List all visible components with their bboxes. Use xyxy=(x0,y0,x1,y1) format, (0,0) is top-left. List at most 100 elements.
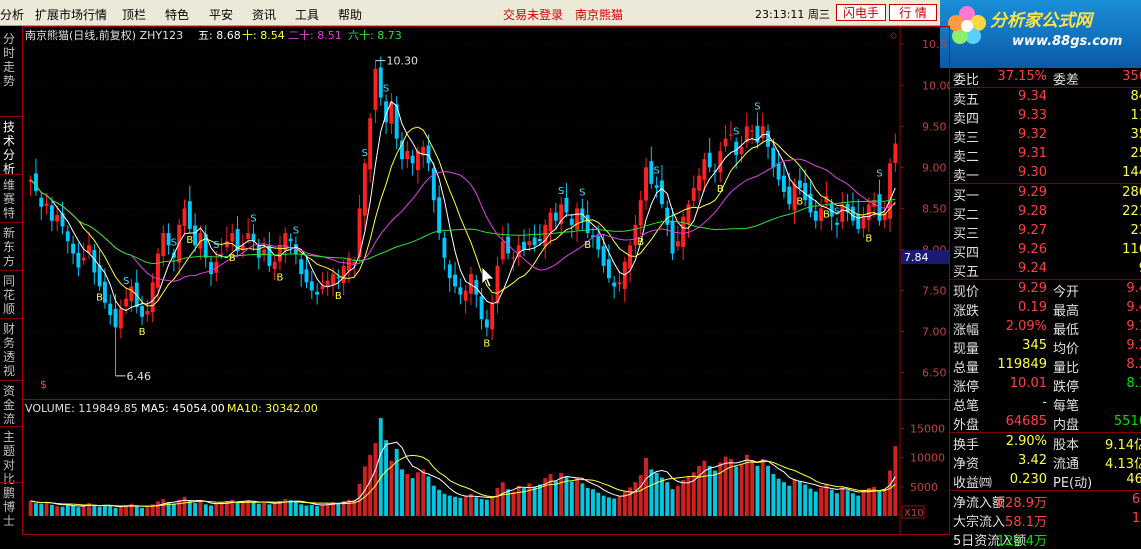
candle-body xyxy=(246,233,251,239)
volume-tick-label: 10000 xyxy=(910,452,945,465)
quote-row: 买三 9.27 23 xyxy=(950,222,1141,242)
side-tab-4[interactable]: 同花顺 xyxy=(3,274,19,316)
volume-bar xyxy=(203,504,208,516)
candle-body xyxy=(187,201,192,229)
sell-marker: S xyxy=(171,238,177,249)
volume-bar xyxy=(495,488,500,516)
volume-bar xyxy=(161,499,166,516)
side-tab-1[interactable]: 技术分析 xyxy=(3,120,19,176)
quote-row: 卖四 9.33 11 xyxy=(950,107,1141,127)
volume-bar xyxy=(394,448,399,516)
candle-body xyxy=(193,225,198,246)
price-tick-label: 10.00 xyxy=(922,79,950,92)
volume-bar xyxy=(760,458,765,516)
menu-analysis[interactable]: 分析 xyxy=(0,6,24,23)
volume-bar xyxy=(262,502,267,516)
corner-diamond-icon: ◇ xyxy=(890,31,897,41)
quote-label-2: 跌停 xyxy=(1053,380,1080,395)
quote-value-2: 35 xyxy=(1130,127,1141,142)
side-tab-0[interactable]: 分时走势 xyxy=(3,32,19,88)
side-tab-3[interactable]: 新东方 xyxy=(3,226,19,268)
menu-top-bar[interactable]: 顶栏 xyxy=(122,6,146,23)
candle-body xyxy=(272,261,277,270)
candle-body xyxy=(532,237,537,246)
quote-label-2: 每笔 xyxy=(1053,399,1080,414)
side-tab-8[interactable]: 鹏博士 xyxy=(3,486,19,528)
ma60-line xyxy=(30,179,896,265)
quote-value-2: 9.1 xyxy=(1126,319,1141,334)
quote-value: 9.24 xyxy=(1018,261,1047,276)
candle-body xyxy=(813,211,818,221)
volume-bar xyxy=(256,503,261,516)
menu-help[interactable]: 帮助 xyxy=(338,6,362,23)
candle-body xyxy=(681,216,686,248)
candle-body xyxy=(553,212,558,221)
candle-body xyxy=(766,130,770,147)
volume-bar xyxy=(575,477,580,516)
candle-body xyxy=(156,253,160,288)
volume-bar xyxy=(272,503,277,516)
volume-bar xyxy=(739,463,744,516)
kline-chart[interactable]: 南京熊猫(日线,前复权) ZHY123 五: 8.68 十: 8.54 二十: 8.5… xyxy=(22,26,950,535)
quote-label-2: 委差 xyxy=(1053,73,1080,88)
volume-unit-label: X10 xyxy=(904,508,924,519)
side-tab-7[interactable]: 主题对比 xyxy=(3,430,19,486)
candle-body xyxy=(781,175,786,192)
candle-body xyxy=(522,241,526,250)
candle-body xyxy=(617,282,622,285)
menu-pingan[interactable]: 平安 xyxy=(209,6,233,23)
buy-marker: B xyxy=(584,240,591,251)
candle-body xyxy=(606,259,611,279)
side-tab-2[interactable]: 维赛特 xyxy=(3,178,19,220)
menu-tools[interactable]: 工具 xyxy=(295,6,319,23)
menu-news[interactable]: 资讯 xyxy=(252,6,276,23)
quote-label: 买二 xyxy=(953,208,980,223)
volume-label: VOLUME: 119849.85 xyxy=(25,402,138,415)
quote-row: 大宗流入58.1万 1? xyxy=(950,510,1141,530)
volume-bar xyxy=(39,503,44,516)
quote-value: 0.19 xyxy=(1018,300,1047,315)
volume-bar xyxy=(691,472,696,516)
volume-bar xyxy=(484,499,489,516)
quote-label-2: 均价 xyxy=(1053,342,1080,357)
sell-marker: S xyxy=(293,226,299,237)
candle-body xyxy=(299,259,304,275)
volume-bar xyxy=(240,501,245,516)
login-status[interactable]: 交易未登录 xyxy=(503,6,563,23)
volume-bar xyxy=(193,503,198,516)
candle-body xyxy=(373,68,378,110)
menu-extended-market[interactable]: 扩展市场行情 xyxy=(35,6,107,23)
volume-bar xyxy=(840,487,845,516)
volume-bar xyxy=(771,474,776,516)
volume-bar xyxy=(527,483,532,516)
candle-body xyxy=(691,187,696,201)
side-tab-5[interactable]: 财务透视 xyxy=(3,322,19,378)
candle-body xyxy=(601,246,606,266)
volume-bar xyxy=(638,475,643,516)
quote-value: 9.32 xyxy=(1018,127,1047,142)
candle-body xyxy=(866,204,871,221)
volume-bar xyxy=(288,500,293,516)
quote-row: 现价 9.29 今开 9.4 xyxy=(950,280,1141,300)
quote-row: 净流入额628.9万6? xyxy=(950,491,1141,511)
candle-body xyxy=(564,197,569,213)
quote-button[interactable]: 行 情 xyxy=(889,4,937,21)
candle-body xyxy=(209,262,213,275)
quote-value-2: 8.2 xyxy=(1126,357,1141,372)
candle-body xyxy=(447,264,452,279)
volume-bar xyxy=(750,460,755,516)
volume-bar xyxy=(97,506,102,516)
quote-value: 628.9万 xyxy=(996,496,1047,511)
volume-bar xyxy=(792,478,797,516)
quote-label: 卖一 xyxy=(953,169,980,184)
volume-bar xyxy=(171,503,176,516)
side-tab-divider xyxy=(0,116,22,117)
sell-marker: S xyxy=(123,276,129,287)
quote-label: 卖二 xyxy=(953,150,980,165)
candle-body xyxy=(341,265,346,283)
ma20-label: 二十: 8.51 xyxy=(288,28,342,42)
side-tab-6[interactable]: 资金流 xyxy=(3,384,19,426)
volume-bar xyxy=(713,470,717,516)
menu-features[interactable]: 特色 xyxy=(165,6,189,23)
flash-trade-button[interactable]: 闪电手 xyxy=(836,4,886,21)
